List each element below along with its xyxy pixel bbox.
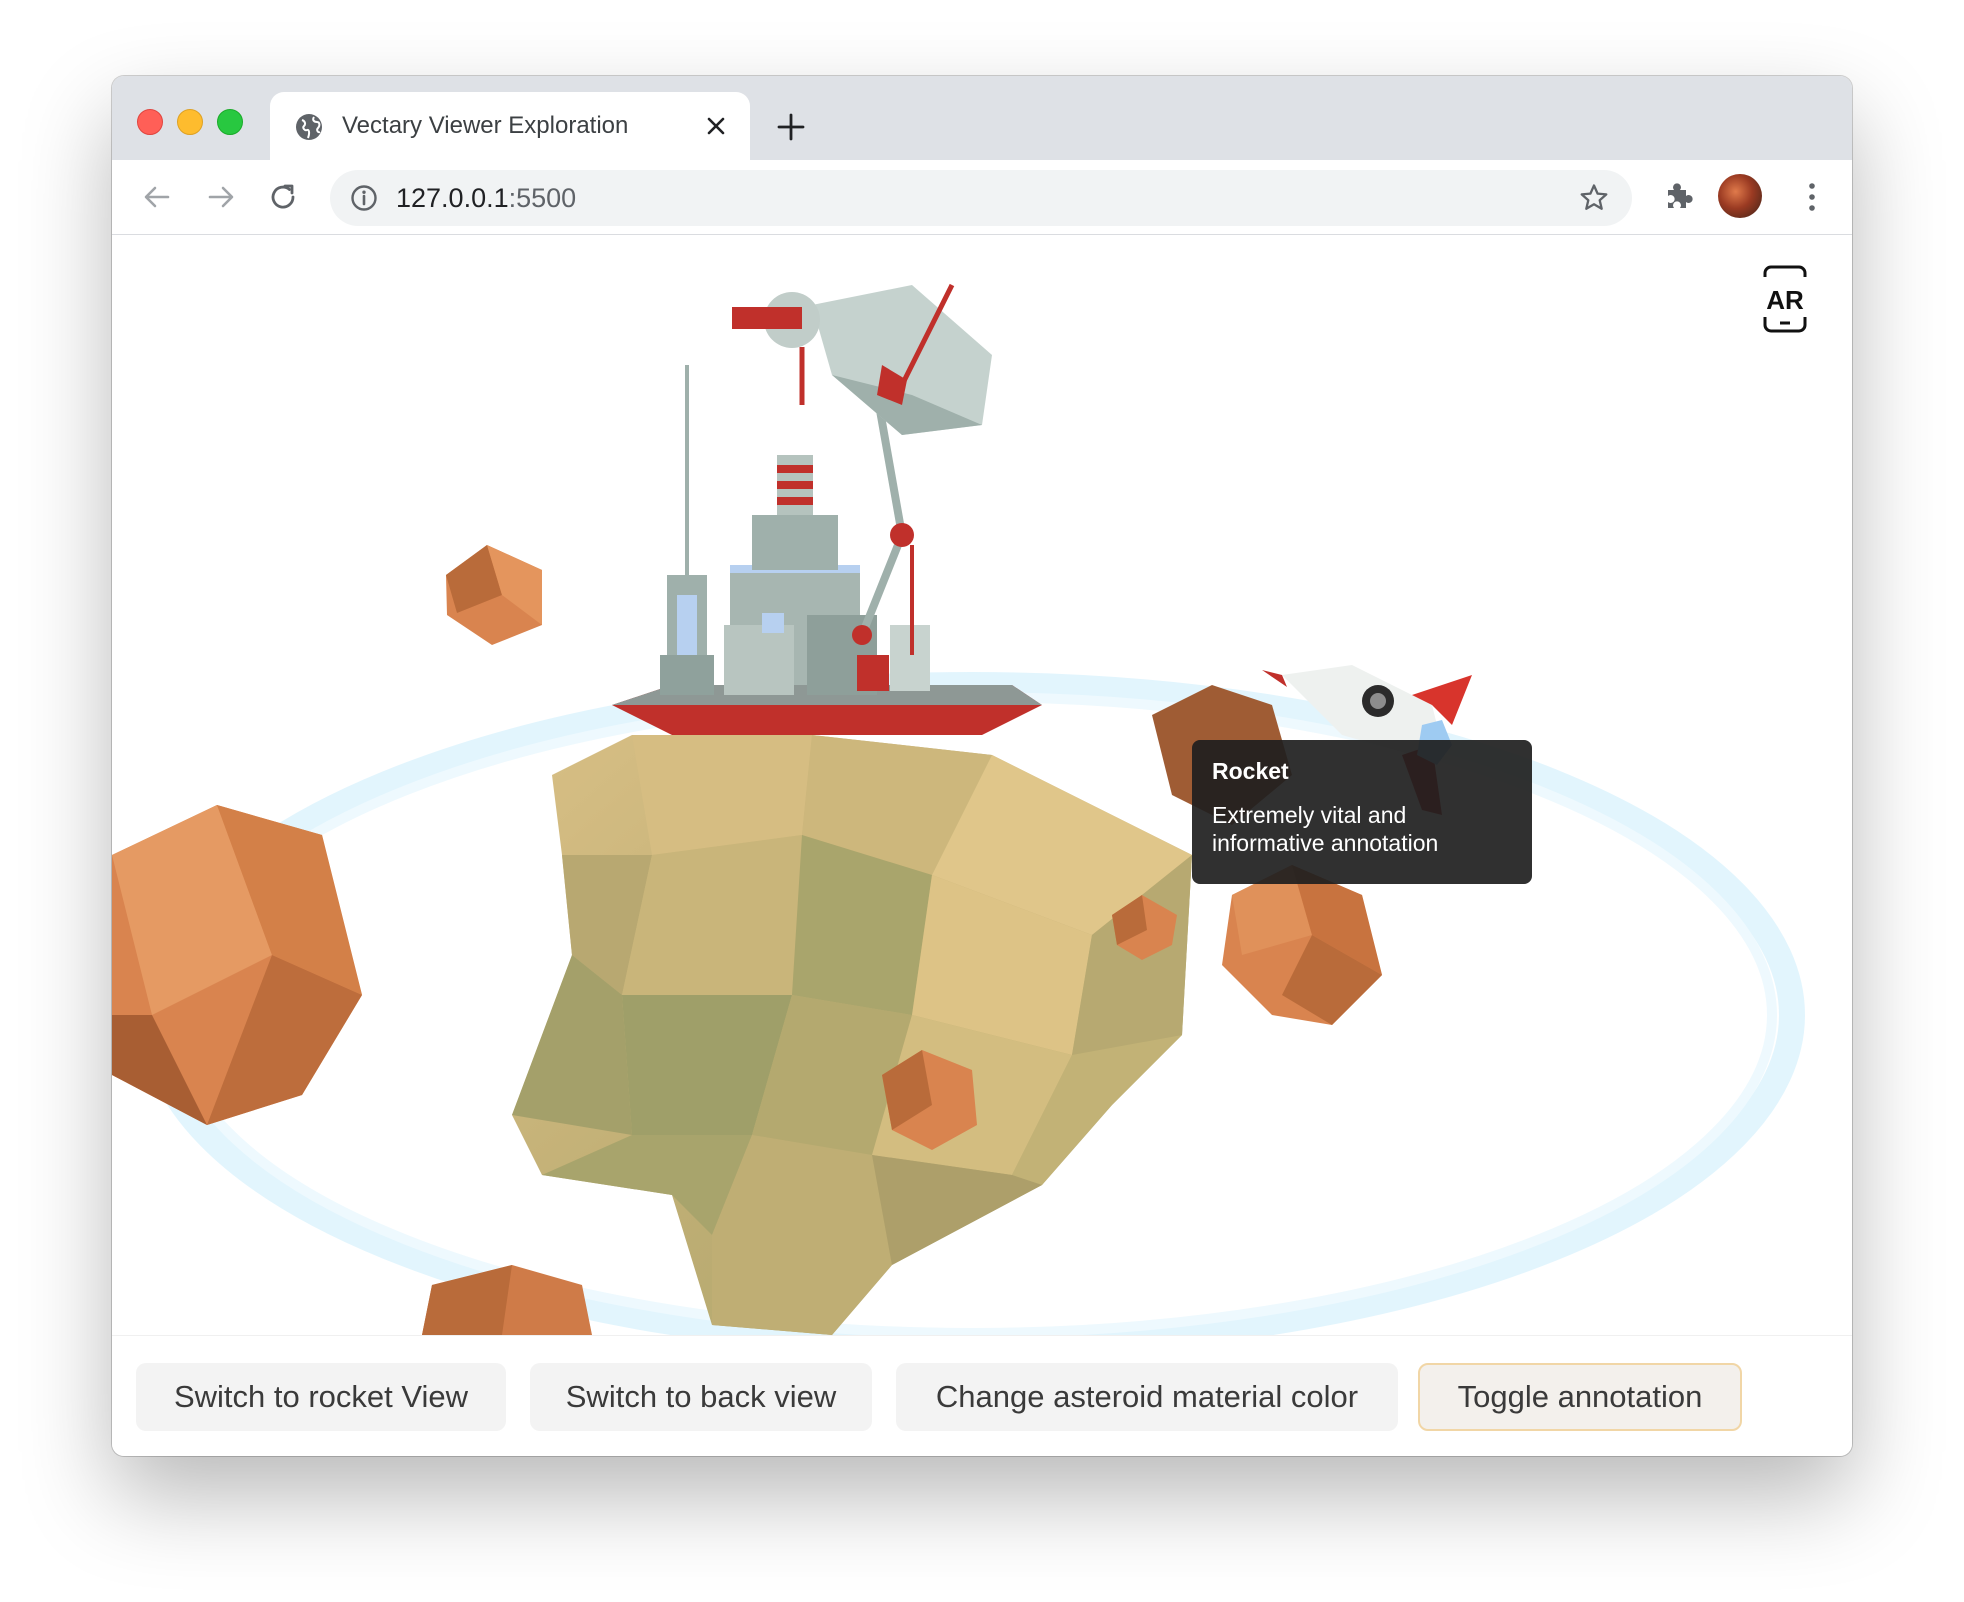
back-arrow-icon[interactable] xyxy=(140,180,174,214)
more-menu-icon[interactable] xyxy=(1802,180,1822,214)
info-icon[interactable] xyxy=(350,184,378,212)
forward-arrow-icon[interactable] xyxy=(204,180,238,214)
asteroid-large-left xyxy=(112,805,362,1125)
extensions-puzzle-icon[interactable] xyxy=(1662,178,1696,212)
change-asteroid-color-button[interactable]: Change asteroid material color xyxy=(896,1363,1398,1431)
annotation-tooltip: Rocket Extremely vital and informative a… xyxy=(1192,740,1532,884)
toggle-annotation-button[interactable]: Toggle annotation xyxy=(1418,1363,1742,1431)
annotation-title: Rocket xyxy=(1212,758,1289,784)
minimize-window-button[interactable] xyxy=(177,109,203,135)
tab-title: Vectary Viewer Exploration xyxy=(342,112,629,139)
asteroid-right xyxy=(1222,865,1382,1025)
close-window-button[interactable] xyxy=(137,109,163,135)
switch-to-back-view-button[interactable]: Switch to back view xyxy=(530,1363,872,1431)
ar-label: AR xyxy=(1766,285,1804,315)
switch-to-rocket-view-button[interactable]: Switch to rocket View xyxy=(136,1363,506,1431)
reload-icon[interactable] xyxy=(266,180,300,214)
browser-toolbar: 127.0.0.1:5500 xyxy=(112,160,1852,235)
browser-tab[interactable]: Vectary Viewer Exploration xyxy=(270,92,750,160)
new-tab-icon[interactable] xyxy=(776,112,806,142)
url-port: :5500 xyxy=(508,183,577,213)
maximize-window-button[interactable] xyxy=(217,109,243,135)
tab-strip: Vectary Viewer Exploration xyxy=(112,76,1852,160)
url-text: 127.0.0.1:5500 xyxy=(396,183,576,214)
planet xyxy=(512,735,1192,1335)
address-bar[interactable]: 127.0.0.1:5500 xyxy=(330,170,1632,226)
3d-scene[interactable] xyxy=(112,235,1852,1335)
asteroid-small-upper xyxy=(446,545,542,645)
bookmark-star-icon[interactable] xyxy=(1578,182,1610,214)
control-bar: Switch to rocket View Switch to back vie… xyxy=(112,1335,1852,1456)
annotation-body: Extremely vital and informative annotati… xyxy=(1212,802,1439,856)
globe-icon xyxy=(296,114,322,140)
url-host: 127.0.0.1 xyxy=(396,183,509,213)
browser-window: Vectary Viewer Exploration 127.0.0.1:550… xyxy=(112,76,1852,1456)
close-tab-icon[interactable] xyxy=(702,112,730,140)
space-station xyxy=(612,283,1042,735)
ar-button[interactable]: AR xyxy=(1762,265,1808,333)
profile-avatar[interactable] xyxy=(1718,174,1762,218)
viewer-canvas[interactable]: AR Rocket Extremely vital and informativ… xyxy=(112,235,1852,1335)
